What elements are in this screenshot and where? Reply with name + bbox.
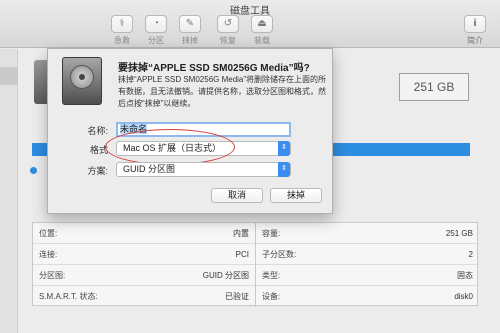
erase-label: 抹掉 xyxy=(182,36,198,45)
scheme-value: GUID 分区图 xyxy=(123,164,176,174)
capacity-display: 251 GB xyxy=(399,73,469,101)
info-value: 内置 xyxy=(233,229,249,238)
erase-button[interactable]: ✎ 抹掉 xyxy=(173,15,207,46)
info-value: PCI xyxy=(235,250,249,259)
info-row: 位置: 内置 xyxy=(33,223,255,244)
info-key: 位置: xyxy=(39,229,58,238)
info-value: disk0 xyxy=(454,292,473,301)
info-key: 连接: xyxy=(39,250,58,259)
info-icon: i xyxy=(464,15,486,33)
info-column-right: 容量: 251 GB 子分区数: 2 类型: 固态 设备: disk0 xyxy=(256,223,479,307)
erase-confirm-button[interactable]: 抹掉 xyxy=(270,188,322,203)
info-value: 2 xyxy=(468,250,473,259)
stethoscope-icon: ⚕ xyxy=(111,15,133,33)
info-key: 分区图: xyxy=(39,271,66,280)
dialog-title: 要抹掉“APPLE SSD SM0256G Media”吗? xyxy=(118,63,310,74)
disk-info-table: 位置: 内置 连接: PCI 分区图: GUID 分区图 S.M.A.R.T. … xyxy=(32,222,479,307)
name-label: 名称: xyxy=(87,126,108,136)
dialog-description: 抹掉“APPLE SSD SM0256G Media”将删除储存在上面的所有数据… xyxy=(118,75,327,108)
partition-button[interactable]: ◔ 分区 xyxy=(139,15,173,46)
scheme-select[interactable]: GUID 分区图 ⇕ xyxy=(116,162,291,177)
mount-label: 装载 xyxy=(254,36,270,45)
restore-label: 恢复 xyxy=(220,36,236,45)
info-row: 类型: 固态 xyxy=(256,265,479,286)
sidebar-item-selected[interactable] xyxy=(0,67,18,85)
hard-drive-icon xyxy=(62,57,102,105)
sidebar[interactable] xyxy=(0,49,18,333)
chevron-updown-icon: ⇕ xyxy=(278,141,290,156)
restore-button[interactable]: ↺ 恢复 xyxy=(211,15,245,46)
info-key: 类型: xyxy=(262,271,281,280)
info-row: S.M.A.R.T. 状态: 已验证 xyxy=(33,286,255,307)
info-label: 简介 xyxy=(467,36,483,45)
legend-dot-icon xyxy=(30,167,37,174)
mount-icon: ⏏ xyxy=(251,15,273,33)
chevron-updown-icon: ⇕ xyxy=(278,162,290,177)
info-key: 容量: xyxy=(262,229,281,238)
info-row: 分区图: GUID 分区图 xyxy=(33,265,255,286)
format-label: 格式 xyxy=(89,145,108,155)
info-row: 连接: PCI xyxy=(33,244,255,265)
info-column-left: 位置: 内置 连接: PCI 分区图: GUID 分区图 S.M.A.R.T. … xyxy=(33,223,256,307)
info-value: GUID 分区图 xyxy=(202,271,249,280)
partition-label: 分区 xyxy=(148,36,164,45)
info-row: 容量: 251 GB xyxy=(256,223,479,244)
info-row: 设备: disk0 xyxy=(256,286,479,307)
erase-icon: ✎ xyxy=(179,15,201,33)
toolbar: 磁盘工具 ⚕ 急救 ◔ 分区 ✎ 抹掉 ↺ 恢复 ⏏ 装载 i 简介 xyxy=(0,0,500,48)
info-value: 251 GB xyxy=(445,229,473,238)
info-value: 已验证 xyxy=(225,292,249,301)
mount-button[interactable]: ⏏ 装载 xyxy=(245,15,279,46)
first-aid-label: 急救 xyxy=(114,36,130,45)
restore-icon: ↺ xyxy=(217,15,239,33)
info-key: S.M.A.R.T. 状态: xyxy=(39,292,98,301)
first-aid-button[interactable]: ⚕ 急救 xyxy=(105,15,139,46)
partition-icon: ◔ xyxy=(145,15,167,33)
cancel-button[interactable]: 取消 xyxy=(211,188,263,203)
info-row: 子分区数: 2 xyxy=(256,244,479,265)
scheme-label: 方案: xyxy=(87,166,108,176)
info-key: 设备: xyxy=(262,292,281,301)
annotation-ellipse xyxy=(105,129,235,165)
info-button[interactable]: i 简介 xyxy=(460,15,490,46)
info-value: 固态 xyxy=(457,271,473,280)
info-key: 子分区数: xyxy=(262,250,297,259)
